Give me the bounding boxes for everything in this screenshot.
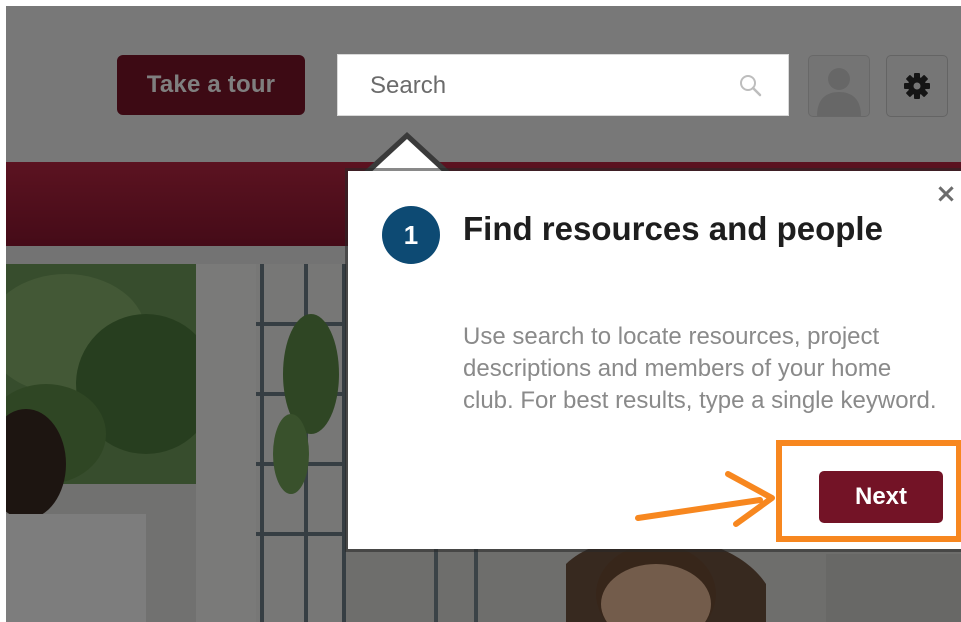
close-icon[interactable]: ×	[935, 181, 957, 207]
popover-pointer	[359, 132, 455, 176]
tour-screen: Take a tour Search	[6, 6, 961, 622]
highlighted-search-placeholder: Search	[370, 72, 447, 99]
popover-title: Find resources and people	[463, 210, 883, 247]
highlighted-search-input[interactable]: Search	[337, 54, 789, 116]
step-number-badge: 1	[382, 206, 440, 264]
popover-description: Use search to locate resources, project …	[463, 323, 937, 414]
search-icon[interactable]	[738, 73, 764, 99]
annotation-arrow	[635, 471, 775, 527]
annotation-highlight-box	[776, 440, 961, 542]
